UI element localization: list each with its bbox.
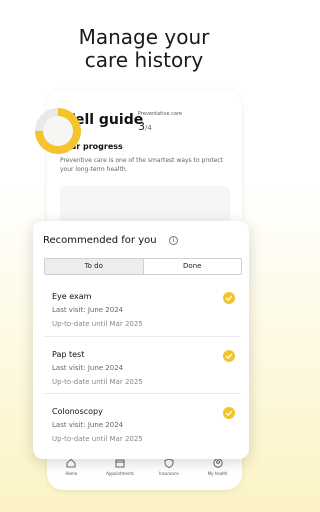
- status-toggle: To do Done: [44, 258, 242, 275]
- item-name: Eye exam: [52, 292, 92, 301]
- nav-appointments-label: Appointments: [106, 471, 135, 476]
- info-icon[interactable]: i: [169, 236, 178, 245]
- nav-my-health[interactable]: My health: [198, 458, 238, 476]
- list-item[interactable]: Pap test Last visit: June 2024 Up-to-dat…: [43, 336, 241, 393]
- nav-insurance[interactable]: Insurance: [149, 458, 189, 476]
- home-icon: [66, 458, 76, 468]
- score-done: 3: [138, 120, 145, 133]
- checkmark-icon: [223, 407, 235, 419]
- nav-insurance-label: Insurance: [159, 471, 179, 476]
- nav-appointments[interactable]: Appointments: [100, 458, 140, 476]
- shield-icon: [164, 458, 174, 468]
- recommended-title: Recommended for you: [43, 235, 157, 246]
- item-last-visit: Last visit: June 2024: [52, 364, 124, 372]
- item-up-to-date: Up-to-date until Mar 2025: [52, 320, 143, 328]
- progress-card[interactable]: [60, 186, 230, 226]
- progress-ring: [35, 108, 81, 154]
- headline-line-1: Manage your: [78, 25, 210, 49]
- tab-to-do[interactable]: To do: [45, 259, 144, 274]
- profile-icon: [213, 458, 223, 468]
- recommended-card: Recommended for you i To do Done Eye exa…: [33, 221, 249, 459]
- headline: Manage your care history: [0, 26, 288, 72]
- list-item[interactable]: Eye exam Last visit: June 2024 Up-to-dat…: [43, 279, 241, 336]
- list-item[interactable]: Colonoscopy Last visit: June 2024 Up-to-…: [43, 393, 241, 450]
- preventative-care-label: Preventative care: [138, 111, 182, 117]
- item-up-to-date: Up-to-date until Mar 2025: [52, 435, 143, 443]
- recommended-list: Eye exam Last visit: June 2024 Up-to-dat…: [43, 279, 241, 450]
- tab-done[interactable]: Done: [144, 259, 242, 274]
- headline-line-2: care history: [84, 48, 204, 72]
- calendar-icon: [115, 459, 125, 468]
- item-name: Pap test: [52, 350, 85, 359]
- item-last-visit: Last visit: June 2024: [52, 421, 124, 429]
- progress-description: Preventive care is one of the smartest w…: [60, 157, 224, 173]
- nav-home[interactable]: Home: [51, 458, 91, 476]
- item-last-visit: Last visit: June 2024: [52, 306, 124, 314]
- nav-home-label: Home: [65, 471, 78, 476]
- item-name: Colonoscopy: [52, 407, 103, 416]
- preventative-care-score: 3/4: [138, 120, 152, 133]
- nav-my-health-label: My health: [207, 471, 228, 476]
- item-up-to-date: Up-to-date until Mar 2025: [52, 378, 143, 386]
- checkmark-icon: [223, 350, 235, 362]
- checkmark-icon: [223, 292, 235, 304]
- score-total: /4: [145, 124, 152, 132]
